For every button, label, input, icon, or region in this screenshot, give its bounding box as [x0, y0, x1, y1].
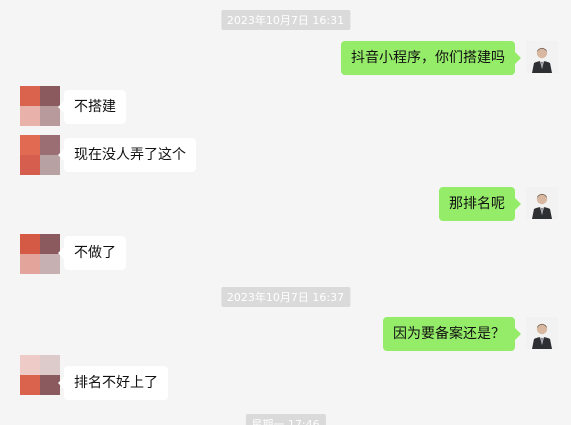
message-bubble-contact[interactable]: 不做了	[58, 236, 126, 270]
message-bubble-contact[interactable]: 现在没人弄了这个	[58, 138, 196, 172]
chat-window: 2023年10月7日 16:31 抖音小程序，你们搭建吗 不搭建 现在没人弄了这…	[0, 0, 571, 425]
message-bubble-self[interactable]: 抖音小程序，你们搭建吗	[341, 41, 521, 75]
timestamp-divider: 星期一 17:46	[245, 414, 326, 425]
self-avatar-image[interactable]	[526, 317, 558, 349]
contact-avatar-image[interactable]	[20, 234, 60, 274]
message-bubble-self[interactable]: 那排名呢	[439, 187, 521, 221]
contact-avatar-image[interactable]	[20, 355, 60, 395]
message-bubble-self[interactable]: 因为要备案还是？	[383, 317, 521, 351]
message-bubble-contact[interactable]: 不搭建	[58, 90, 126, 124]
contact-avatar-image[interactable]	[20, 86, 60, 126]
message-bubble-contact[interactable]: 排名不好上了	[58, 366, 168, 400]
timestamp-divider: 2023年10月7日 16:31	[220, 10, 351, 30]
self-avatar-image[interactable]	[526, 41, 558, 73]
timestamp-divider: 2023年10月7日 16:37	[220, 287, 351, 307]
contact-avatar-image[interactable]	[20, 135, 60, 175]
self-avatar-image[interactable]	[526, 187, 558, 219]
